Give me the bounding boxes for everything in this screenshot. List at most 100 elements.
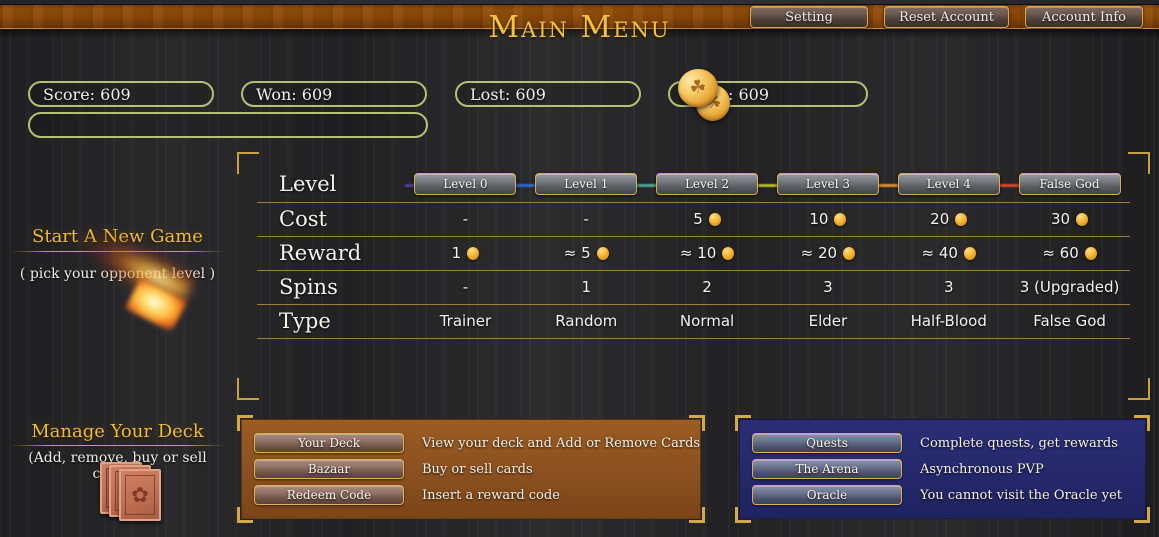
reward-value-3: ≈ 20 (800, 244, 838, 262)
list-item: Oracle You cannot visit the Oracle yet (752, 485, 1145, 505)
app-background: Main Menu Setting Reset Account Account … (0, 0, 1159, 537)
coin-engraving: ☘ (688, 76, 708, 100)
list-item: Quests Complete quests, get rewards (752, 433, 1145, 453)
level-button-4[interactable]: Level 4 (897, 172, 1000, 195)
row-label-level: Level (257, 166, 405, 203)
reset-account-button[interactable]: Reset Account (884, 6, 1009, 28)
panel-corner-top-right (689, 415, 705, 431)
panel-corner-bottom-left (237, 507, 253, 523)
comet-core (125, 278, 187, 332)
card-stack-icon: ✿ ✿ ✿ (100, 462, 172, 524)
level-table: Level Level 0 Level 1 Level 2 Level 3 Le… (257, 166, 1130, 339)
quests-button[interactable]: Quests (752, 433, 902, 453)
cost-cell-2: 5 (646, 202, 768, 237)
coin-icon (1084, 247, 1097, 260)
type-value-2: Normal (646, 304, 768, 339)
coin-icon (843, 247, 856, 260)
oracle-description: You cannot visit the Oracle yet (920, 487, 1123, 503)
level-button-2[interactable]: Level 2 (656, 172, 759, 195)
reward-cell-0: 1 (405, 236, 526, 271)
deck-actions-panel: Your Deck View your deck and Add or Remo… (237, 415, 705, 523)
coin-icon (708, 213, 721, 226)
level-cell-3: Level 3 (767, 166, 889, 203)
bazaar-button[interactable]: Bazaar (254, 459, 404, 479)
reward-value-0: 1 (451, 244, 462, 262)
manage-deck-divider (10, 445, 225, 446)
side-activities-panel: Quests Complete quests, get rewards The … (735, 415, 1150, 523)
level-cell-4: Level 4 (888, 166, 1010, 203)
cost-value-2: 5 (693, 210, 703, 228)
type-value-0: Trainer (405, 304, 526, 339)
reward-value-1: ≈ 5 (563, 244, 591, 262)
new-game-title: Start A New Game (32, 226, 203, 247)
row-label-reward: Reward (257, 236, 405, 271)
coin-icon (955, 213, 968, 226)
spins-value-0: - (405, 270, 526, 305)
card-back: ✿ (119, 469, 161, 521)
oracle-button[interactable]: Oracle (752, 485, 902, 505)
panel-corner-top-left (237, 415, 253, 431)
panel-corner-top-right (1134, 415, 1150, 431)
the-arena-description: Asynchronous PVP (920, 461, 1044, 477)
reward-cell-5: ≈ 60 (1009, 236, 1130, 271)
side-activities-body: Quests Complete quests, get rewards The … (739, 419, 1146, 519)
panel-corner-top-left (735, 415, 751, 431)
deck-actions-rows: Your Deck View your deck and Add or Remo… (242, 423, 700, 515)
table-row-spins: Spins - 1 2 3 3 3 (Upgraded) (257, 270, 1130, 305)
redeem-code-description: Insert a reward code (422, 487, 560, 503)
card-ornament-icon: ✿ (125, 475, 155, 515)
redeem-code-button[interactable]: Redeem Code (254, 485, 404, 505)
coin-icon (467, 247, 480, 260)
reward-cell-2: ≈ 10 (646, 236, 768, 271)
side-activities-rows: Quests Complete quests, get rewards The … (740, 423, 1145, 515)
spins-value-4: 3 (888, 270, 1010, 305)
frame-corner-bottom-right (1128, 378, 1150, 400)
list-item: Bazaar Buy or sell cards (254, 459, 700, 479)
deck-actions-body: Your Deck View your deck and Add or Remo… (241, 419, 701, 519)
list-item: The Arena Asynchronous PVP (752, 459, 1145, 479)
reward-cell-3: ≈ 20 (767, 236, 889, 271)
the-arena-button[interactable]: The Arena (752, 459, 902, 479)
table-row-level: Level Level 0 Level 1 Level 2 Level 3 Le… (257, 166, 1130, 203)
level-button-3[interactable]: Level 3 (776, 172, 879, 195)
panel-corner-bottom-right (1134, 507, 1150, 523)
won-pill: Won: 609 (241, 81, 427, 107)
reward-value-4: ≈ 40 (921, 244, 958, 262)
level-button-0[interactable]: Level 0 (414, 172, 517, 195)
level-button-1[interactable]: Level 1 (535, 172, 638, 195)
cost-value-5: 30 (1051, 210, 1071, 228)
lost-pill: Lost: 609 (455, 81, 641, 107)
your-deck-button[interactable]: Your Deck (254, 433, 404, 453)
frame-corner-top-left (237, 152, 259, 174)
account-info-button[interactable]: Account Info (1025, 6, 1143, 28)
comet-tail (42, 200, 201, 318)
reward-cell-1: ≈ 5 (525, 236, 647, 271)
setting-button[interactable]: Setting (750, 6, 869, 28)
row-label-type: Type (257, 304, 405, 339)
row-label-spins: Spins (257, 270, 405, 305)
coin-stack-icon: ☘ ☘ (675, 66, 738, 125)
type-value-5: False God (1009, 304, 1130, 339)
level-table-frame: Level Level 0 Level 1 Level 2 Level 3 Le… (237, 152, 1150, 400)
level-cell-1: Level 1 (525, 166, 647, 203)
cost-cell-4: 20 (888, 202, 1010, 237)
cost-value-0: - (462, 210, 469, 228)
level-cell-2: Level 2 (646, 166, 768, 203)
cost-value-3: 10 (809, 210, 829, 228)
cost-cell-1: - (525, 202, 647, 237)
type-value-3: Elder (767, 304, 889, 339)
spins-value-2: 2 (646, 270, 768, 305)
coin-icon (722, 247, 735, 260)
cost-value-4: 20 (930, 210, 950, 228)
level-cell-0: Level 0 (405, 166, 526, 203)
top-button-group: Setting Reset Account Account Info (750, 6, 1143, 28)
table-row-type: Type Trainer Random Normal Elder Half-Bl… (257, 304, 1130, 339)
frame-corner-top-right (1128, 152, 1150, 174)
level-button-false-god[interactable]: False God (1018, 172, 1121, 195)
your-deck-description: View your deck and Add or Remove Cards (422, 435, 701, 451)
bazaar-description: Buy or sell cards (422, 461, 533, 477)
score-pill: Score: 609 (28, 81, 214, 107)
row-label-cost: Cost (257, 202, 405, 237)
list-item: Your Deck View your deck and Add or Remo… (254, 433, 700, 453)
panel-corner-bottom-left (735, 507, 751, 523)
